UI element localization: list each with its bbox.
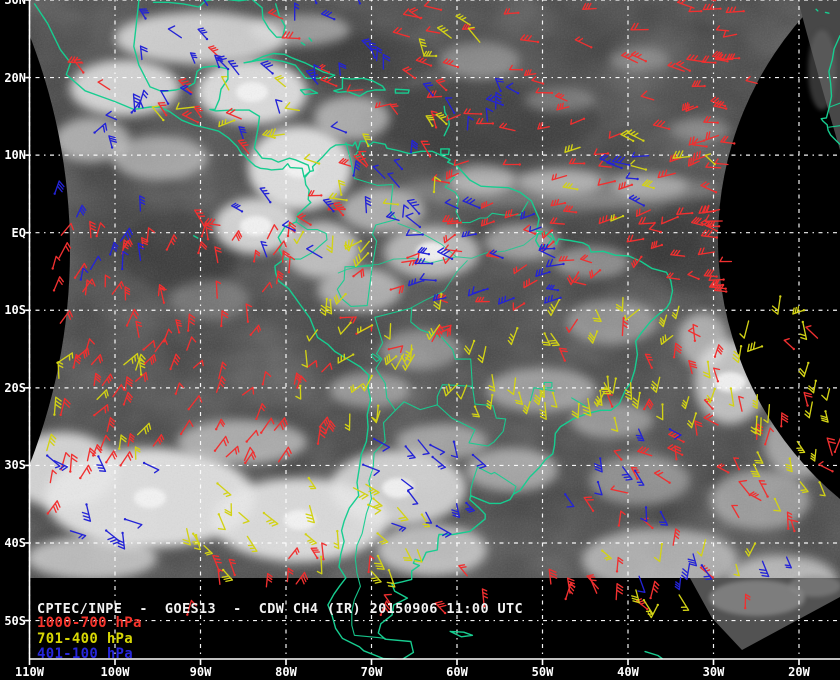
legend-item-mid: 701-400 hPa bbox=[37, 631, 134, 647]
satellite-wind-product: 30N 20N 10N EQ 10S 20S 30S 40S 50S 110W 100W 90W 80… bbox=[0, 0, 840, 680]
legend-item-high: 401-100 hPa bbox=[37, 646, 134, 662]
satellite-map bbox=[23, 0, 840, 665]
legend-item-low: 1000-700 hPa bbox=[37, 615, 142, 631]
ir-imagery-layer bbox=[29, 0, 840, 659]
